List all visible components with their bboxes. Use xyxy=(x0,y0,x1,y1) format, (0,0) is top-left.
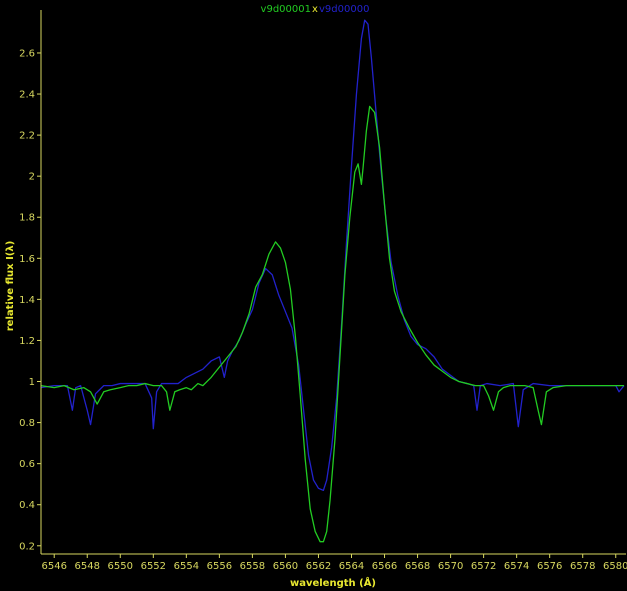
spectrum-chart: 6546 6548 6550 6552 6554 6556 6558 6560 6562 6564… xyxy=(0,0,627,591)
x-tick-label: 6566 xyxy=(372,561,397,572)
x-tick-label: 6570 xyxy=(438,561,463,572)
plot-background xyxy=(0,0,627,591)
y-tick-label: 2.6 xyxy=(19,48,35,59)
y-tick-label: 0.8 xyxy=(19,418,35,429)
x-tick-label: 6564 xyxy=(339,561,364,572)
y-tick-label: 1.2 xyxy=(19,336,35,347)
x-tick-label: 6548 xyxy=(75,561,100,572)
x-tick-label: 6546 xyxy=(41,561,66,572)
y-tick-label: 2 xyxy=(29,172,35,183)
x-tick-label: 6558 xyxy=(240,561,265,572)
y-tick-label: 1.4 xyxy=(19,295,35,306)
x-tick-label: 6554 xyxy=(174,561,199,572)
x-tick-label: 6568 xyxy=(405,561,430,572)
x-tick-label: 6580 xyxy=(603,561,627,572)
x-tick-label: 6574 xyxy=(504,561,529,572)
y-tick-label: 2.4 xyxy=(19,90,35,101)
x-tick-label: 6552 xyxy=(141,561,166,572)
legend-entry-v9d00001: v9d00001 xyxy=(261,4,311,15)
x-tick-label: 6556 xyxy=(207,561,232,572)
y-tick-label: 1.6 xyxy=(19,254,35,265)
legend-separator: x xyxy=(312,4,318,15)
legend-entry-v9d00000: v9d00000 xyxy=(319,4,369,15)
y-tick-label: 0.6 xyxy=(19,459,35,470)
x-axis-label: wavelength (Å) xyxy=(290,576,376,589)
x-tick-label: 6550 xyxy=(108,561,133,572)
x-tick-label: 6576 xyxy=(537,561,562,572)
y-tick-label: 0.4 xyxy=(19,500,35,511)
legend: v9d00001 x v9d00000 xyxy=(261,4,370,15)
y-tick-label: 2.2 xyxy=(19,131,35,142)
x-tick-label: 6560 xyxy=(273,561,298,572)
y-axis-label: relative flux I(λ) xyxy=(5,241,16,332)
y-tick-label: 1.8 xyxy=(19,213,35,224)
x-tick-label: 6578 xyxy=(570,561,595,572)
x-tick-label: 6562 xyxy=(306,561,331,572)
y-tick-label: 1 xyxy=(29,377,35,388)
x-tick-label: 6572 xyxy=(471,561,496,572)
y-tick-label: 0.2 xyxy=(19,541,35,552)
